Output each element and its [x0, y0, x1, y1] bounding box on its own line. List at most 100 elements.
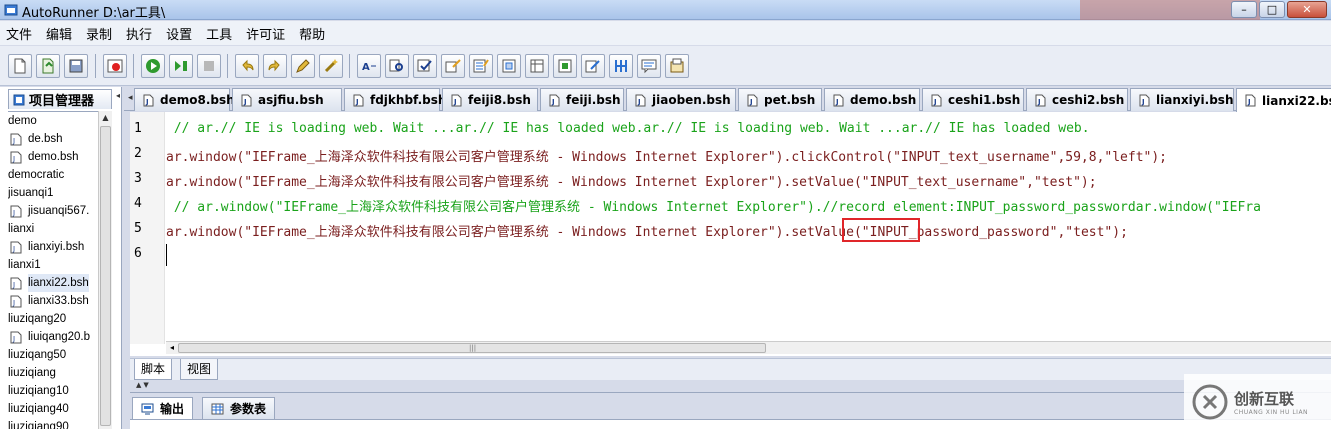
editor-tab-label: feiji8.bsh	[468, 93, 531, 107]
menu-edit[interactable]: 编辑	[46, 24, 72, 43]
tool-a-button[interactable]	[441, 54, 465, 78]
tool-e-button[interactable]	[553, 54, 577, 78]
redo-button[interactable]	[263, 54, 287, 78]
project-folder-item[interactable]: jisuanqi1	[8, 184, 98, 202]
project-folder-item[interactable]: lianxi	[8, 220, 98, 238]
svg-text:J: J	[12, 281, 15, 289]
undo-button[interactable]	[235, 54, 259, 78]
inspect-button[interactable]	[385, 54, 409, 78]
project-file-item[interactable]: Jliuiqang20.b	[8, 328, 98, 346]
editor-tab[interactable]: Jdemo.bsh	[824, 88, 920, 111]
bsh-file-icon: J	[747, 94, 758, 106]
tool-pen-button[interactable]	[291, 54, 315, 78]
editor-tab[interactable]: Jfeiji8.bsh	[442, 88, 538, 111]
project-file-item[interactable]: Jdemo.bsh	[8, 148, 98, 166]
project-folder-item[interactable]: demo	[8, 112, 98, 130]
project-folder-item[interactable]: liuziqiang90	[8, 418, 98, 429]
menu-settings[interactable]: 设置	[166, 24, 192, 43]
editor-tab[interactable]: Jceshi1.bsh	[922, 88, 1024, 111]
editor-tab[interactable]: Jdemo8.bsh	[134, 88, 235, 111]
panel-collapse-icon[interactable]: ◂	[116, 91, 120, 100]
bsh-file-icon: J	[10, 151, 22, 163]
checkpoint-button[interactable]	[413, 54, 437, 78]
menu-record[interactable]: 录制	[86, 24, 112, 43]
watermark-logo-icon	[1192, 384, 1228, 419]
tab-script[interactable]: 脚本	[134, 359, 173, 380]
project-file-item[interactable]: Jlianxiyi.bsh	[8, 238, 98, 256]
record-button[interactable]	[103, 54, 127, 78]
project-folder-item[interactable]: liuziqiang10	[8, 382, 98, 400]
project-folder-item[interactable]: lianxi1	[8, 256, 98, 274]
menu-help[interactable]: 帮助	[299, 24, 325, 43]
run-step-button[interactable]	[169, 54, 193, 78]
text-format-button[interactable]: A	[357, 54, 381, 78]
minimize-button[interactable]: –	[1231, 1, 1257, 18]
project-file-item[interactable]: Jlianxi33.bsh	[8, 292, 98, 310]
project-folder-item[interactable]: liuziqiang	[8, 364, 98, 382]
editor-tab[interactable]: Jceshi2.bsh	[1026, 88, 1128, 111]
editor-tab-label: fdjkhbf.bsh	[370, 93, 447, 107]
project-item-label: liuziqang20	[8, 313, 67, 325]
new-file-button[interactable]	[8, 54, 32, 78]
project-item-label: demo.bsh	[28, 151, 79, 163]
close-button[interactable]: ✕	[1287, 1, 1327, 18]
panel-splitter[interactable]: ▲▼	[130, 381, 1331, 393]
tab-scroll-left-icon[interactable]: ◂	[128, 93, 133, 103]
code-line-5-before: ar.window("IEFrame_上海泽众软件科技有限公司客户管理系统 - …	[166, 225, 784, 240]
tool-wand-button[interactable]	[319, 54, 343, 78]
project-item-label: lianxi	[8, 223, 35, 235]
editor-horizontal-scrollbar[interactable]: ◂ |||	[166, 341, 1331, 354]
tool-h-button[interactable]	[637, 54, 661, 78]
editor-tab[interactable]: Jlianxi22.bsh	[1236, 88, 1331, 112]
tool-c-button[interactable]	[497, 54, 521, 78]
project-file-item[interactable]: Jjisuanqi567.	[8, 202, 98, 220]
bsh-file-icon: J	[143, 94, 154, 106]
project-manager-tab[interactable]: 项目管理器	[8, 89, 112, 109]
tool-d-button[interactable]	[525, 54, 549, 78]
open-file-button[interactable]	[36, 54, 60, 78]
stop-button[interactable]	[197, 54, 221, 78]
editor-tab[interactable]: Jfdjkhbf.bsh	[344, 88, 446, 111]
editor-tab[interactable]: Jjiaoben.bsh	[626, 88, 736, 111]
editor-tab-label: asjfiu.bsh	[258, 93, 324, 107]
project-folder-item[interactable]: democratic	[8, 166, 98, 184]
project-folder-item[interactable]: liuziqang20	[8, 310, 98, 328]
bsh-file-icon: J	[1035, 94, 1046, 106]
maximize-button[interactable]: □	[1259, 1, 1285, 18]
bsh-file-icon: J	[635, 94, 646, 106]
run-button[interactable]	[141, 54, 165, 78]
project-tree-scrollbar[interactable]: ▲	[98, 111, 112, 429]
project-item-label: lianxiyi.bsh	[28, 241, 85, 253]
project-file-item[interactable]: Jlianxi22.bsh	[8, 274, 98, 292]
project-item-label: jisuanqi567.	[28, 205, 90, 217]
project-folder-item[interactable]: liuziqiang40	[8, 400, 98, 418]
tool-g-button[interactable]	[609, 54, 633, 78]
menu-file[interactable]: 文件	[6, 24, 32, 43]
tab-view[interactable]: 视图	[180, 359, 219, 380]
doc-list-icon	[473, 59, 489, 73]
editor-tab[interactable]: Jasjfiu.bsh	[232, 88, 342, 111]
menu-tools[interactable]: 工具	[206, 24, 232, 43]
svg-text:J: J	[933, 98, 937, 106]
save-button[interactable]	[64, 54, 88, 78]
pen-icon	[296, 59, 310, 73]
tab-output[interactable]: 输出	[132, 397, 194, 419]
bsh-file-icon: J	[10, 241, 22, 253]
tool-b-button[interactable]	[469, 54, 493, 78]
project-file-item[interactable]: Jde.bsh	[8, 130, 98, 148]
bsh-file-icon: J	[10, 133, 22, 145]
editor-tab[interactable]: Jpet.bsh	[738, 88, 822, 111]
menu-license[interactable]: 许可证	[246, 24, 285, 43]
tool-i-button[interactable]	[665, 54, 689, 78]
tool-f-button[interactable]	[581, 54, 605, 78]
project-item-label: lianxi1	[8, 259, 41, 271]
editor-tab[interactable]: Jfeiji.bsh	[540, 88, 624, 111]
tab-parameters[interactable]: 参数表	[202, 397, 276, 419]
project-folder-item[interactable]: liuziqang50	[8, 346, 98, 364]
bottom-panel: 输出 参数表	[130, 394, 1331, 429]
code-editor[interactable]: 1 2 3 4 5 6 // ar.// IE is loading web. …	[130, 112, 1331, 356]
svg-text:J: J	[1037, 98, 1041, 106]
menu-run[interactable]: 执行	[126, 24, 152, 43]
svg-text:J: J	[1247, 98, 1251, 106]
editor-tab[interactable]: Jlianxiyi.bsh	[1130, 88, 1234, 111]
